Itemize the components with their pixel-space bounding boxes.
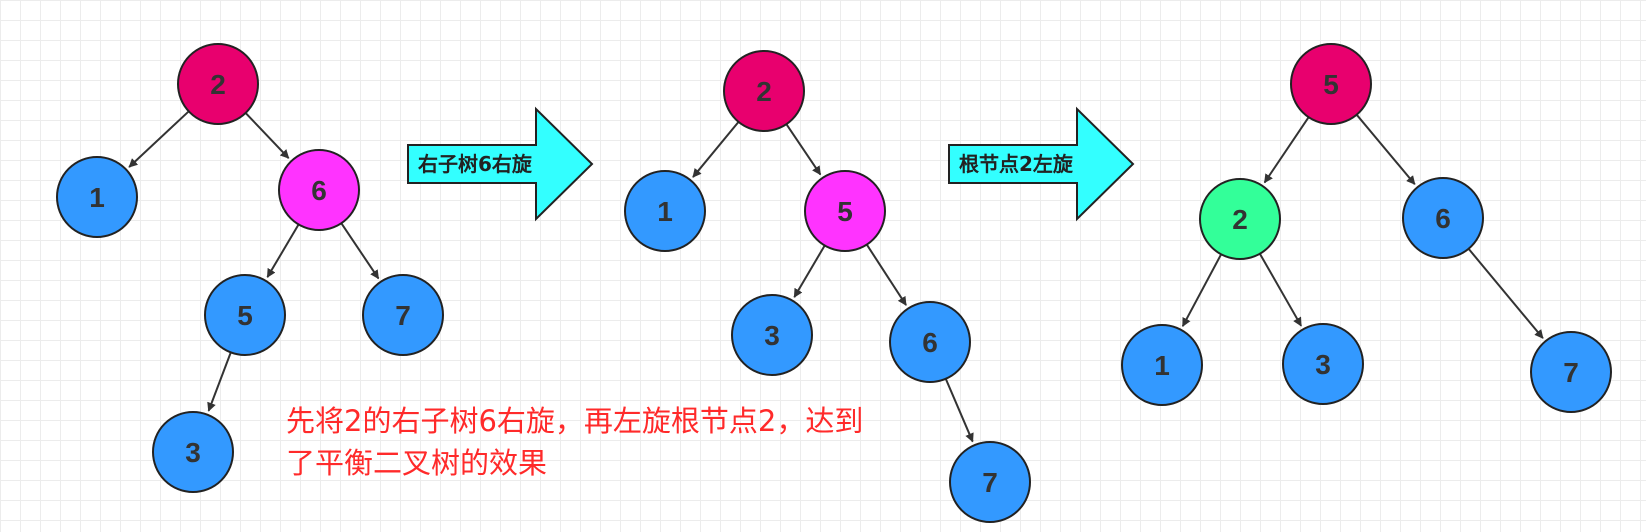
edge-2-5 <box>785 123 822 176</box>
tree-node-5: 5 <box>1290 43 1372 125</box>
node-label: 1 <box>1154 350 1170 381</box>
arrow-label: 右子树6右旋 <box>418 152 533 176</box>
edge-2-1 <box>692 121 740 178</box>
edge-5-3 <box>207 352 232 412</box>
tree-node-5: 5 <box>204 274 286 356</box>
tree-node-6: 6 <box>1402 177 1484 259</box>
tree-node-1: 1 <box>1121 324 1203 406</box>
note-line-2: 了平衡二叉树的效果 <box>286 446 548 480</box>
node-label: 6 <box>311 175 327 206</box>
node-label: 7 <box>982 467 998 498</box>
tree-node-3: 3 <box>1282 323 1364 405</box>
node-label: 2 <box>756 76 772 107</box>
node-label: 7 <box>395 300 411 331</box>
tree-node-7: 7 <box>949 441 1031 523</box>
node-label: 3 <box>185 437 201 468</box>
tree-node-1: 1 <box>56 156 138 238</box>
node-label: 5 <box>837 196 853 227</box>
edge-6-7 <box>944 378 974 443</box>
node-label: 7 <box>1563 357 1579 388</box>
node-label: 5 <box>237 300 253 331</box>
edge-5-6 <box>865 244 907 306</box>
transition-arrow: 根节点2左旋 <box>948 106 1135 222</box>
tree-node-2: 2 <box>723 50 805 132</box>
tree-node-7: 7 <box>1530 331 1612 413</box>
node-label: 1 <box>657 196 673 227</box>
edge-6-5 <box>266 223 300 278</box>
edge-6-7 <box>340 222 380 280</box>
explanation-note: 先将2的右子树6右旋，再左旋根节点2，达到 了平衡二叉树的效果 <box>286 400 886 484</box>
edge-5-6 <box>1355 114 1416 185</box>
edge-5-3 <box>793 244 826 298</box>
tree-node-2: 2 <box>177 43 259 125</box>
tree-node-1: 1 <box>624 170 706 252</box>
node-label: 2 <box>210 69 226 100</box>
node-label: 5 <box>1323 69 1339 100</box>
tree-node-3: 3 <box>731 294 813 376</box>
edge-6-7 <box>1467 248 1544 339</box>
node-label: 6 <box>1435 203 1451 234</box>
arrow-label: 根节点2左旋 <box>959 152 1074 176</box>
tree-node-2: 2 <box>1199 178 1281 260</box>
node-label: 3 <box>1315 349 1331 380</box>
edge-5-2 <box>1263 116 1310 184</box>
node-label: 6 <box>922 327 938 358</box>
edge-2-1 <box>128 110 190 168</box>
transition-arrow: 右子树6右旋 <box>407 106 594 222</box>
node-label: 1 <box>89 182 105 213</box>
node-label: 3 <box>764 320 780 351</box>
edge-2-1 <box>1181 253 1223 327</box>
tree-node-6: 6 <box>278 149 360 231</box>
tree-node-7: 7 <box>362 274 444 356</box>
tree-node-5: 5 <box>804 170 886 252</box>
edge-2-6 <box>244 112 290 159</box>
edge-2-3 <box>1259 253 1303 327</box>
note-line-1: 先将2的右子树6右旋，再左旋根节点2，达到 <box>286 404 864 438</box>
tree-node-6: 6 <box>889 301 971 383</box>
tree-node-3: 3 <box>152 411 234 493</box>
node-label: 2 <box>1232 204 1248 235</box>
